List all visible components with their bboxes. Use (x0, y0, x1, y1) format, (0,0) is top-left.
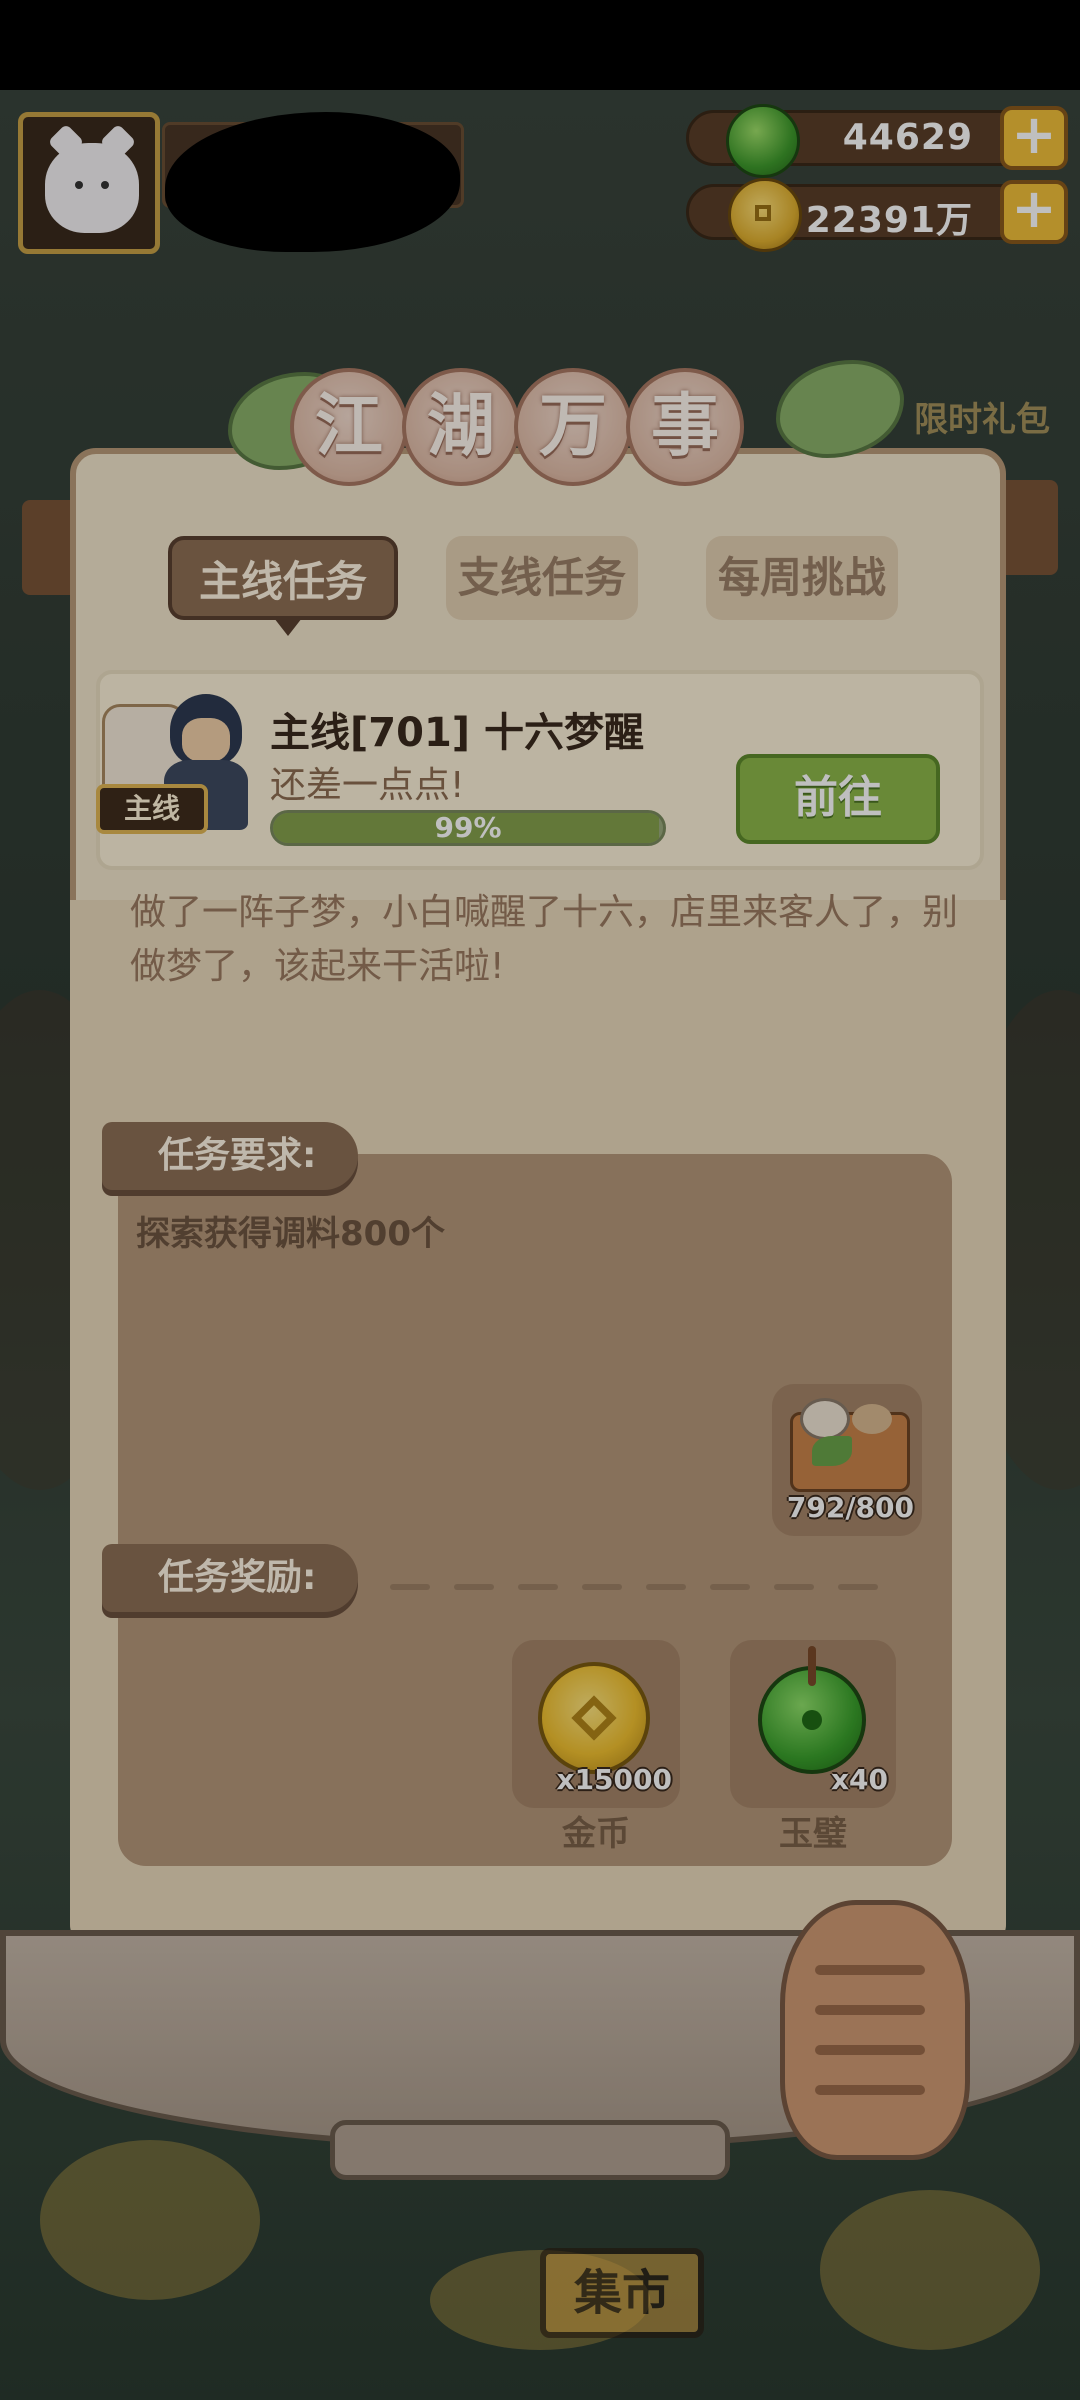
cat-avatar-icon (45, 143, 139, 233)
divider-dash (582, 1584, 622, 1590)
tab-main-quest[interactable]: 主线任务 (168, 536, 398, 636)
divider-dash (838, 1584, 878, 1590)
cat-character (780, 1900, 970, 2160)
divider-dash (518, 1584, 558, 1590)
jade-icon (726, 104, 800, 178)
player-avatar[interactable] (18, 112, 160, 254)
limited-gift-label[interactable]: 限时礼包 (914, 392, 1050, 441)
bowl-base (330, 2120, 730, 2180)
title-char: 湖 (402, 368, 520, 486)
go-button[interactable]: 前往 (736, 754, 940, 844)
requirements-label: 任务要求: (102, 1122, 358, 1190)
divider-dash (646, 1584, 686, 1590)
reward-jade-slot[interactable]: x40 (730, 1640, 896, 1808)
quest-description: 做了一阵子梦，小白喊醒了十六，店里来客人了，别做梦了，该起来干活啦! (130, 892, 959, 987)
divider-dash (390, 1584, 430, 1590)
divider-dash (710, 1584, 750, 1590)
reward-coin-name: 金币 (562, 1814, 630, 1854)
seasoning-count: 792/800 (786, 1491, 914, 1524)
reward-jade-count: x40 (830, 1763, 888, 1796)
quest-title: 主线[701] 十六梦醒 (270, 710, 644, 756)
quest-progress-bar: 99% (270, 810, 666, 846)
quest-subtitle: 还差一点点! (270, 765, 465, 806)
title-char: 江 (290, 368, 408, 486)
progress-text: 99% (434, 811, 502, 844)
panel-title: 江 湖 万 事 (290, 368, 790, 508)
rewards-label: 任务奖励: (102, 1544, 358, 1612)
requirement-text: 探索获得调料800个 (136, 1214, 445, 1254)
main-quest-tag: 主线 (96, 784, 208, 834)
tab-side-quest[interactable]: 支线任务 (446, 536, 638, 620)
reward-coin-slot[interactable]: x15000 (512, 1640, 680, 1808)
status-bar (0, 0, 1080, 90)
title-char: 万 (514, 368, 632, 486)
title-char: 事 (626, 368, 744, 486)
add-coin-button[interactable]: + (1000, 180, 1068, 244)
scroll-rod-right (998, 480, 1058, 575)
market-button[interactable]: 集市 (540, 2248, 704, 2338)
coin-value: 22391万 (805, 200, 973, 241)
reward-jade-name: 玉璧 (779, 1814, 847, 1854)
reward-coin-count: x15000 (556, 1763, 672, 1796)
coin-icon (728, 178, 802, 252)
tab-weekly-challenge[interactable]: 每周挑战 (706, 536, 898, 620)
divider-dash (454, 1584, 494, 1590)
gold-coin-icon (538, 1662, 650, 1774)
divider-dash (774, 1584, 814, 1590)
seasoning-item-slot[interactable]: 792/800 (772, 1384, 922, 1536)
jade-disc-icon (758, 1646, 866, 1774)
add-jade-button[interactable]: + (1000, 106, 1068, 170)
jade-value: 44629 (842, 117, 973, 158)
